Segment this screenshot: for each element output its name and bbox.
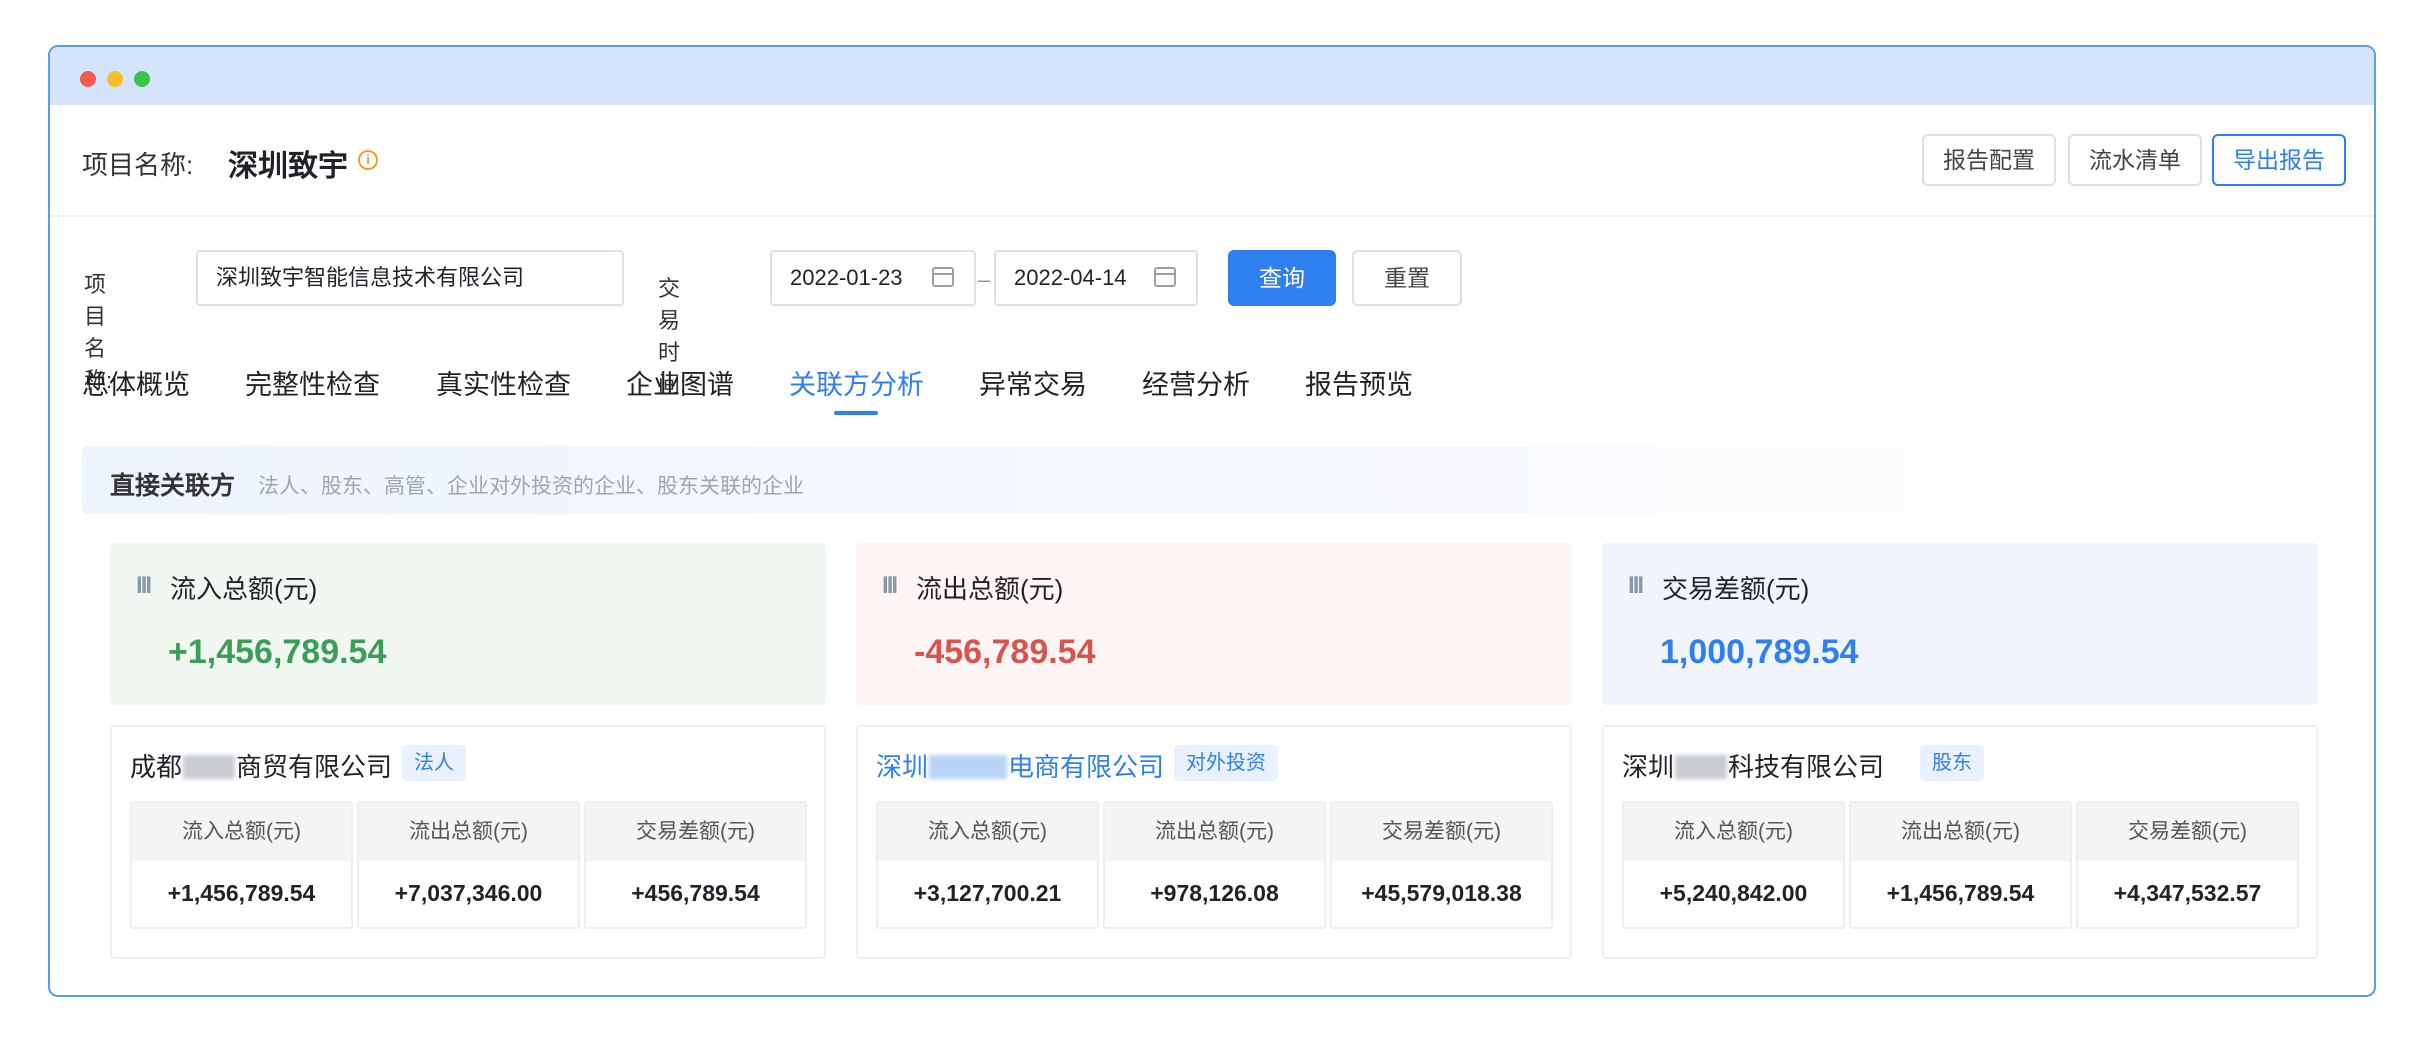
related-company-card: 深圳 电商有限公司 对外投资 流入总额(元) +3,127,700.21 流出总额… xyxy=(856,725,1572,959)
stat-column: 流出总额(元) +7,037,346.00 xyxy=(357,801,580,929)
related-company-card: 成都 商贸有限公司 法人 流入总额(元) +1,456,789.54 流出总额(元… xyxy=(110,725,826,959)
related-company-card: 深圳 科技有限公司 股东 流入总额(元) +5,240,842.00 流出总额(元… xyxy=(1602,725,2318,959)
redacted-text xyxy=(1675,755,1728,779)
stat-head: 流出总额(元) xyxy=(359,803,578,861)
report-config-button[interactable]: 报告配置 xyxy=(1922,134,2056,186)
stat-head: 流入总额(元) xyxy=(1624,803,1843,861)
minimize-window-button[interactable] xyxy=(107,71,123,87)
start-date-input[interactable]: 2022-01-23 xyxy=(770,250,976,306)
section-description: 法人、股东、高管、企业对外投资的企业、股东关联的企业 xyxy=(258,475,804,498)
reset-button[interactable]: 重置 xyxy=(1352,250,1462,306)
summary-label: 交易差额(元) xyxy=(1662,574,1810,604)
stats-icon: ꟾꟾꟾ xyxy=(882,577,898,597)
stat-head: 流出总额(元) xyxy=(1851,803,2070,861)
info-icon[interactable]: i xyxy=(358,150,378,170)
stat-head: 交易差额(元) xyxy=(1332,803,1551,861)
company-name-prefix: 深圳 xyxy=(876,752,929,782)
relation-tag: 股东 xyxy=(1920,745,1984,781)
stat-column: 流出总额(元) +978,126.08 xyxy=(1103,801,1326,929)
inflow-summary-card: ꟾꟾꟾ 流入总额(元) +1,456,789.54 xyxy=(110,543,826,705)
stat-head: 交易差额(元) xyxy=(586,803,805,861)
tab-operation-analysis[interactable]: 经营分析 xyxy=(1142,363,1250,402)
company-name-prefix: 深圳 xyxy=(1622,752,1675,782)
tab-authenticity-check[interactable]: 真实性检查 xyxy=(436,363,571,402)
stat-value: +4,347,532.57 xyxy=(2113,880,2262,906)
stat-head: 流入总额(元) xyxy=(132,803,351,861)
tab-enterprise-graph[interactable]: 企业图谱 xyxy=(626,363,734,402)
summary-value: 1,000,789.54 xyxy=(1660,633,1859,671)
stat-column: 交易差额(元) +4,347,532.57 xyxy=(2076,801,2299,929)
query-button[interactable]: 查询 xyxy=(1228,250,1336,306)
company-name-suffix: 科技有限公司 xyxy=(1728,752,1885,782)
page-header: 项目名称: 深圳致宇 i 报告配置 流水清单 导出报告 xyxy=(50,105,2374,217)
stat-column: 流入总额(元) +1,456,789.54 xyxy=(130,801,353,929)
active-tab-indicator xyxy=(834,411,878,415)
company-name: 深圳 科技有限公司 xyxy=(1622,747,1884,784)
stat-head: 交易差额(元) xyxy=(2078,803,2297,861)
redacted-text xyxy=(929,755,1008,779)
stat-column: 交易差额(元) +45,579,018.38 xyxy=(1330,801,1553,929)
tab-overview[interactable]: 总体概览 xyxy=(82,363,190,402)
date-separator: – xyxy=(978,267,991,292)
stat-column: 交易差额(元) +456,789.54 xyxy=(584,801,807,929)
end-date-input[interactable]: 2022-04-14 xyxy=(994,250,1198,306)
redacted-text xyxy=(183,755,236,779)
tab-related-party-analysis[interactable]: 关联方分析 xyxy=(789,363,924,402)
stat-column: 流入总额(元) +3,127,700.21 xyxy=(876,801,1099,929)
stat-value: +5,240,842.00 xyxy=(1659,880,1808,906)
stat-head: 流入总额(元) xyxy=(878,803,1097,861)
section-header: 直接关联方 法人、股东、高管、企业对外投资的企业、股东关联的企业 xyxy=(82,446,2344,514)
company-name-link[interactable]: 深圳 电商有限公司 xyxy=(876,747,1164,784)
summary-label: 流入总额(元) xyxy=(170,574,318,604)
calendar-icon xyxy=(932,267,954,287)
export-report-button[interactable]: 导出报告 xyxy=(2212,134,2346,186)
close-window-button[interactable] xyxy=(80,71,96,87)
stat-value: +7,037,346.00 xyxy=(394,880,543,906)
company-name-prefix: 成都 xyxy=(130,752,183,782)
stat-value: +1,456,789.54 xyxy=(167,880,316,906)
stats-icon: ꟾꟾꟾ xyxy=(1628,577,1644,597)
stat-column: 流出总额(元) +1,456,789.54 xyxy=(1849,801,2072,929)
company-name: 成都 商贸有限公司 xyxy=(130,747,392,784)
stat-value: +978,126.08 xyxy=(1150,880,1279,906)
summary-value: -456,789.54 xyxy=(914,633,1096,671)
summary-label: 流出总额(元) xyxy=(916,574,1064,604)
stat-value: +1,456,789.54 xyxy=(1886,880,2035,906)
start-date-value: 2022-01-23 xyxy=(790,265,903,290)
app-window: 项目名称: 深圳致宇 i 报告配置 流水清单 导出报告 项目名称: 深圳致宇智能… xyxy=(48,45,2376,997)
title-bar xyxy=(50,47,2374,105)
project-label: 项目名称: xyxy=(82,150,194,180)
outflow-summary-card: ꟾꟾꟾ 流出总额(元) -456,789.54 xyxy=(856,543,1572,705)
maximize-window-button[interactable] xyxy=(134,71,150,87)
tab-completeness-check[interactable]: 完整性检查 xyxy=(245,363,380,402)
stat-value: +456,789.54 xyxy=(631,880,760,906)
stat-column: 流入总额(元) +5,240,842.00 xyxy=(1622,801,1845,929)
transaction-list-button[interactable]: 流水清单 xyxy=(2068,134,2202,186)
relation-tag: 对外投资 xyxy=(1174,745,1278,781)
tab-report-preview[interactable]: 报告预览 xyxy=(1305,363,1413,402)
stat-value: +3,127,700.21 xyxy=(913,880,1062,906)
stat-head: 流出总额(元) xyxy=(1105,803,1324,861)
end-date-value: 2022-04-14 xyxy=(1014,265,1127,290)
stat-value: +45,579,018.38 xyxy=(1361,880,1522,906)
project-name-input[interactable]: 深圳致宇智能信息技术有限公司 xyxy=(196,250,624,306)
balance-summary-card: ꟾꟾꟾ 交易差额(元) 1,000,789.54 xyxy=(1602,543,2318,705)
tab-abnormal-transactions[interactable]: 异常交易 xyxy=(979,363,1087,402)
company-name-suffix: 电商有限公司 xyxy=(1008,752,1165,782)
project-name: 深圳致宇 xyxy=(228,150,348,183)
relation-tag: 法人 xyxy=(402,745,466,781)
section-title: 直接关联方 xyxy=(110,472,236,500)
company-name-suffix: 商贸有限公司 xyxy=(236,752,393,782)
summary-value: +1,456,789.54 xyxy=(168,633,387,671)
stats-icon: ꟾꟾꟾ xyxy=(136,577,152,597)
calendar-icon xyxy=(1154,267,1176,287)
